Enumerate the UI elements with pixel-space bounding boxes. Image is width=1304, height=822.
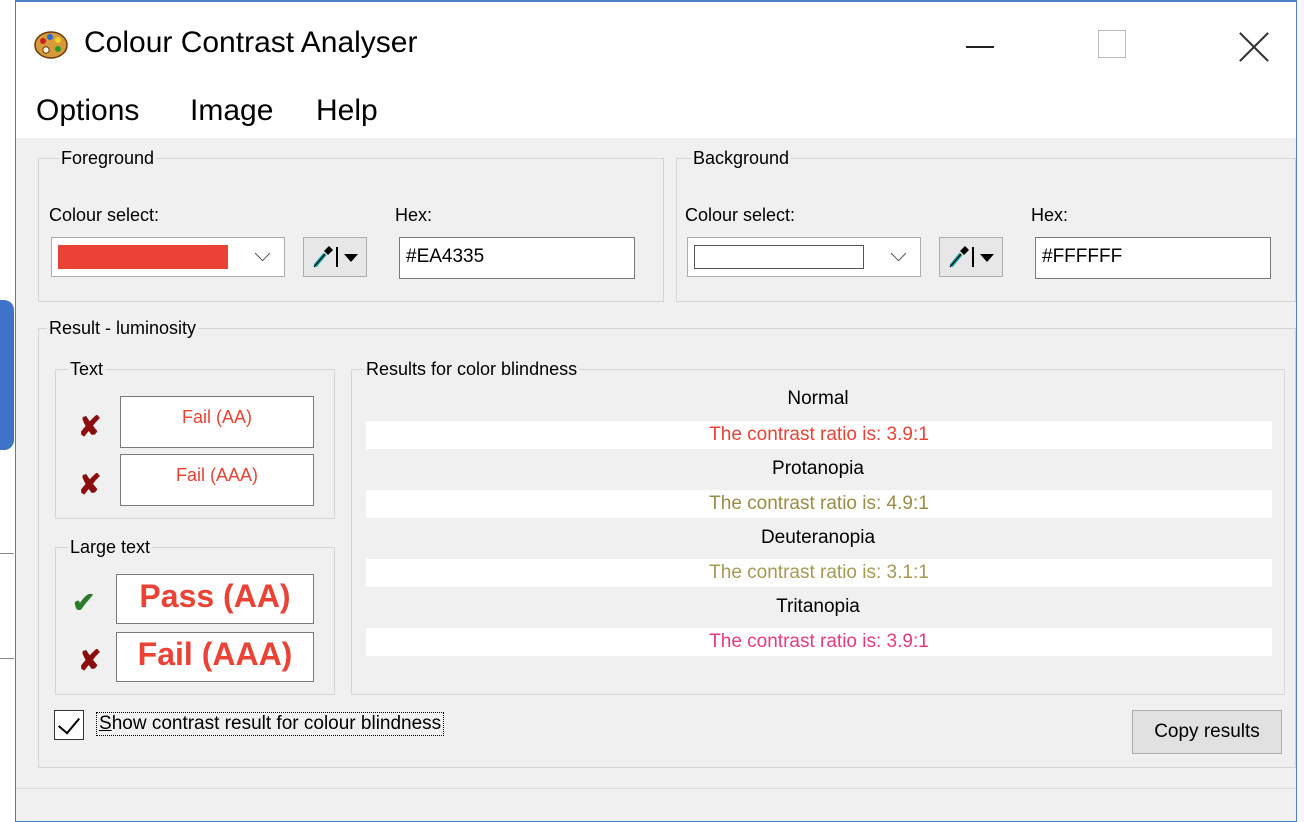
menu-options[interactable]: Options: [36, 94, 139, 128]
text-aa-result: Fail (AA): [120, 396, 314, 448]
color-blindness-group: Results for color blindness Normal The c…: [351, 358, 1285, 695]
cross-mark-icon: ✘: [78, 469, 102, 500]
check-mark-icon: ✔: [72, 587, 96, 618]
color-blindness-legend: Results for color blindness: [364, 358, 580, 380]
text-results-group: Text ✘ Fail (AA) ✘ Fail (AAA): [55, 358, 335, 519]
text-legend: Text: [68, 358, 106, 380]
background-group: Background Colour select: Hex: #FFFFFF: [676, 147, 1296, 302]
cb-deuteranopia-result: The contrast ratio is: 3.1:1: [366, 559, 1272, 587]
maximize-button[interactable]: [1098, 16, 1158, 76]
eyedropper-icon: [313, 246, 333, 268]
palette-icon: [34, 31, 68, 59]
checkbox-label-mnemonic: S: [99, 713, 112, 734]
bg-colour-select[interactable]: [687, 237, 921, 277]
cb-tritanopia-title: Tritanopia: [776, 596, 860, 617]
background-legend: Background: [691, 147, 792, 169]
fg-colour-select-label: Colour select:: [49, 205, 160, 225]
show-colour-blindness-label[interactable]: Show contrast result for colour blindnes…: [96, 712, 445, 736]
cb-deuteranopia-title: Deuteranopia: [760, 527, 876, 548]
foreground-group: Foreground Colour select: Hex: #EA4335: [38, 147, 664, 302]
chevron-down-icon: [890, 245, 907, 262]
menu-help[interactable]: Help: [316, 94, 378, 128]
fg-eyedropper-button[interactable]: [303, 237, 367, 277]
desktop-background-shape: [0, 300, 14, 450]
cb-normal-result: The contrast ratio is: 3.9:1: [366, 421, 1272, 449]
fg-colour-select[interactable]: [51, 237, 285, 277]
result-legend: Result - luminosity: [47, 317, 199, 339]
large-text-legend: Large text: [68, 536, 153, 558]
bg-hex-label: Hex:: [1031, 205, 1069, 225]
window-title: Colour Contrast Analyser: [84, 26, 418, 59]
bg-colour-select-label: Colour select:: [685, 205, 796, 225]
cb-protanopia-result: The contrast ratio is: 4.9:1: [366, 490, 1272, 518]
app-window: Colour Contrast Analyser Options Image H…: [15, 0, 1297, 822]
cross-mark-icon: ✘: [78, 645, 102, 676]
result-luminosity-group: Result - luminosity Text ✘ Fail (AA) ✘ F…: [38, 317, 1296, 768]
bg-eyedropper-button[interactable]: [939, 237, 1003, 277]
large-text-aa-result: Pass (AA): [116, 574, 314, 624]
fg-hex-label: Hex:: [395, 205, 433, 225]
bg-colour-swatch: [694, 245, 864, 269]
eyedropper-icon: [949, 246, 969, 268]
foreground-legend: Foreground: [59, 147, 157, 169]
fg-colour-swatch: [58, 245, 228, 269]
desktop-divider: [0, 553, 14, 554]
text-aaa-result: Fail (AAA): [120, 454, 314, 506]
checkbox-label-text: how contrast result for colour blindness: [111, 713, 442, 734]
title-bar[interactable]: Colour Contrast Analyser: [16, 2, 1296, 90]
show-colour-blindness-checkbox[interactable]: [54, 710, 84, 740]
dropdown-arrow-icon: [980, 254, 994, 262]
cb-tritanopia-result: The contrast ratio is: 3.9:1: [366, 628, 1272, 656]
minimize-button[interactable]: [958, 16, 1018, 76]
menu-bar: Options Image Help: [16, 90, 1296, 138]
menu-image[interactable]: Image: [190, 94, 273, 128]
cb-normal-title: Normal: [787, 388, 849, 409]
bg-hex-input[interactable]: #FFFFFF: [1035, 237, 1271, 279]
status-bar-divider: [16, 788, 1296, 789]
cb-protanopia-title: Protanopia: [772, 458, 864, 479]
dropdown-arrow-icon: [344, 254, 358, 262]
close-button[interactable]: [1216, 16, 1276, 76]
chevron-down-icon: [254, 245, 271, 262]
desktop-divider: [0, 658, 14, 659]
large-text-aaa-result: Fail (AAA): [116, 632, 314, 682]
cross-mark-icon: ✘: [78, 411, 102, 442]
fg-hex-input[interactable]: #EA4335: [399, 237, 635, 279]
large-text-results-group: Large text ✔ Pass (AA) ✘ Fail (AAA): [55, 536, 335, 695]
copy-results-button[interactable]: Copy results: [1132, 710, 1282, 754]
